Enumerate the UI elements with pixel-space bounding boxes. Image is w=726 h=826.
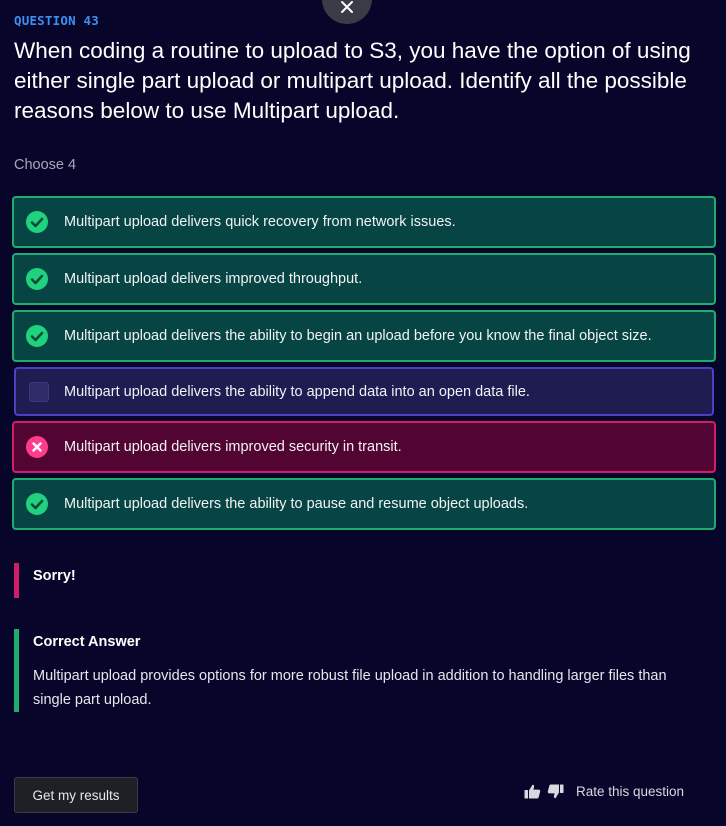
result-feedback: Sorry! — [14, 563, 76, 598]
x-circle-icon — [26, 436, 48, 458]
answer-option[interactable]: Multipart upload delivers quick recovery… — [12, 196, 716, 248]
correct-answer-title: Correct Answer — [33, 634, 141, 650]
answer-option[interactable]: Multipart upload delivers the ability to… — [14, 367, 714, 416]
check-circle-icon — [26, 493, 48, 515]
answer-option[interactable]: Multipart upload delivers improved throu… — [12, 253, 716, 305]
answer-option-text: Multipart upload delivers improved throu… — [64, 271, 363, 287]
correct-answer-text: Multipart upload provides options for mo… — [33, 668, 667, 708]
answer-options: Multipart upload delivers quick recovery… — [12, 196, 716, 535]
answer-option[interactable]: Multipart upload delivers improved secur… — [12, 421, 716, 473]
answer-option-text: Multipart upload delivers the ability to… — [64, 328, 652, 344]
thumbs-up-icon[interactable] — [524, 784, 541, 799]
answer-option-text: Multipart upload delivers the ability to… — [64, 496, 529, 512]
close-button[interactable] — [322, 0, 372, 24]
thumbs-down-icon[interactable] — [547, 784, 564, 799]
answer-option[interactable]: Multipart upload delivers the ability to… — [12, 478, 716, 530]
choose-instruction: Choose 4 — [14, 157, 77, 173]
empty-checkbox-icon[interactable] — [28, 381, 50, 403]
result-text: Sorry! — [33, 568, 76, 584]
quiz-page: QUESTION 43 When coding a routine to upl… — [0, 0, 726, 826]
answer-option-text: Multipart upload delivers the ability to… — [64, 383, 530, 400]
rate-question-label[interactable]: Rate this question — [576, 784, 684, 799]
check-circle-icon — [26, 268, 48, 290]
answer-option-text: Multipart upload delivers quick recovery… — [64, 214, 456, 230]
check-circle-icon — [26, 211, 48, 233]
question-text: When coding a routine to upload to S3, y… — [14, 38, 691, 123]
close-icon — [341, 1, 353, 13]
correct-answer-panel: Correct Answer Multipart upload provides… — [14, 629, 694, 712]
answer-option[interactable]: Multipart upload delivers the ability to… — [12, 310, 716, 362]
answer-option-text: Multipart upload delivers improved secur… — [64, 439, 402, 455]
check-circle-icon — [26, 325, 48, 347]
question-number: QUESTION 43 — [14, 13, 99, 28]
get-results-button[interactable]: Get my results — [14, 777, 138, 813]
rate-question: Rate this question — [524, 784, 684, 799]
